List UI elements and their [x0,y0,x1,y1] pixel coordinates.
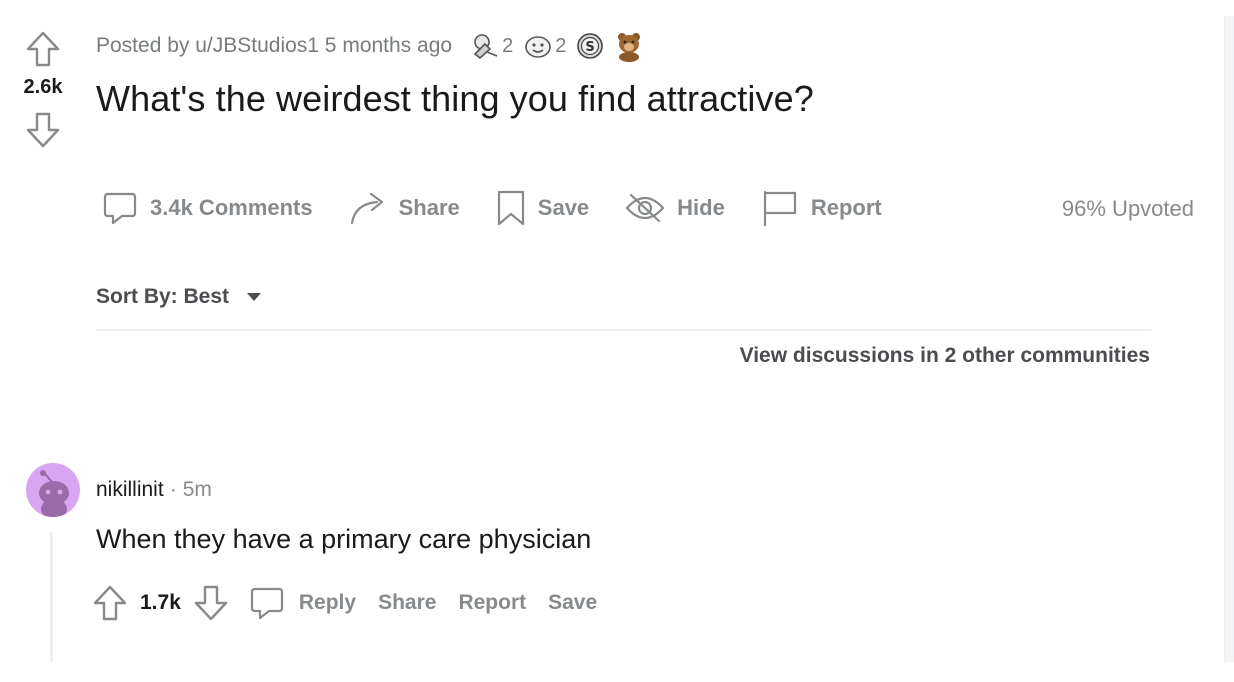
posted-by-text[interactable]: Posted by u/JBStudios1 5 months ago [96,34,452,58]
share-label: Share [398,195,460,220]
save-label: Save [537,195,590,220]
post-action-bar: 3.4k Comments Share Save Hide Report [102,186,918,230]
downvote-arrow-icon[interactable] [193,584,229,622]
save-button[interactable]: Save [496,189,589,227]
downvote-arrow-icon[interactable] [25,111,61,149]
upvote-arrow-icon[interactable] [92,584,128,622]
report-label: Report [810,195,882,220]
post-score: 2.6k [23,76,63,98]
post-title[interactable]: What's the weirdest thing you find attra… [96,78,814,120]
divider [96,329,1151,331]
comment-bubble-icon [250,587,283,620]
award-silver[interactable]: S [576,32,604,60]
comment-report-button[interactable]: Report [458,591,526,615]
thread-line[interactable] [50,532,53,662]
award-bear[interactable] [614,30,644,62]
silver-award-icon: S [577,33,604,59]
award-helpful[interactable]: 2 [470,32,513,60]
chevron-down-icon [247,293,262,301]
report-button[interactable]: Report [761,189,882,227]
comments-button[interactable]: 3.4k Comments [102,190,313,226]
comment-score: 1.7k [140,591,181,614]
award-count: 2 [555,34,567,57]
snoo-avatar-icon [39,470,69,517]
comment-time[interactable]: 5m [183,478,212,502]
post-vote-column: 2.6k [14,30,72,149]
hide-button[interactable]: Hide [625,191,725,225]
eye-slash-icon [625,193,665,223]
share-arrow-icon [350,192,383,225]
other-communities-link[interactable]: View discussions in 2 other communities [740,344,1150,368]
reddit-post-page: 2.6k Posted by u/JBStudios1 5 months ago… [0,0,1234,682]
flag-icon [763,190,796,227]
sort-label: Sort By: Best [96,285,230,308]
svg-text:S: S [586,40,595,55]
award-wholesome[interactable]: 2 [523,32,566,60]
post-meta: Posted by u/JBStudios1 5 months ago 2 2 [96,30,644,62]
comments-label: 3.4k Comments [150,195,313,220]
reply-button[interactable]: Reply [249,585,356,621]
comment-username[interactable]: nikillinit [96,478,164,502]
share-button[interactable]: Share [349,190,460,226]
comment-action-bar: 1.7k Reply Share Report Save [92,583,597,623]
comment-bubble-icon [103,192,137,225]
helpful-award-icon [473,34,498,60]
upvote-arrow-icon[interactable] [25,30,61,68]
comment-save-button[interactable]: Save [548,591,597,615]
reply-label: Reply [298,591,357,614]
avatar[interactable] [26,463,80,517]
sort-dropdown[interactable]: Sort By: Best [96,285,262,309]
hide-label: Hide [677,195,725,220]
comment-body: When they have a primary care physician [96,524,592,554]
scrollbar-track[interactable] [1224,16,1234,662]
award-count: 2 [502,34,514,57]
bookmark-icon [497,190,524,226]
comment-meta: nikillinit · 5m [96,478,212,502]
bear-award-icon [618,33,641,62]
meta-separator: · [169,478,177,501]
wholesome-award-icon [525,36,551,58]
comment-share-button[interactable]: Share [378,591,436,615]
upvote-ratio: 96% Upvoted [1061,196,1194,221]
